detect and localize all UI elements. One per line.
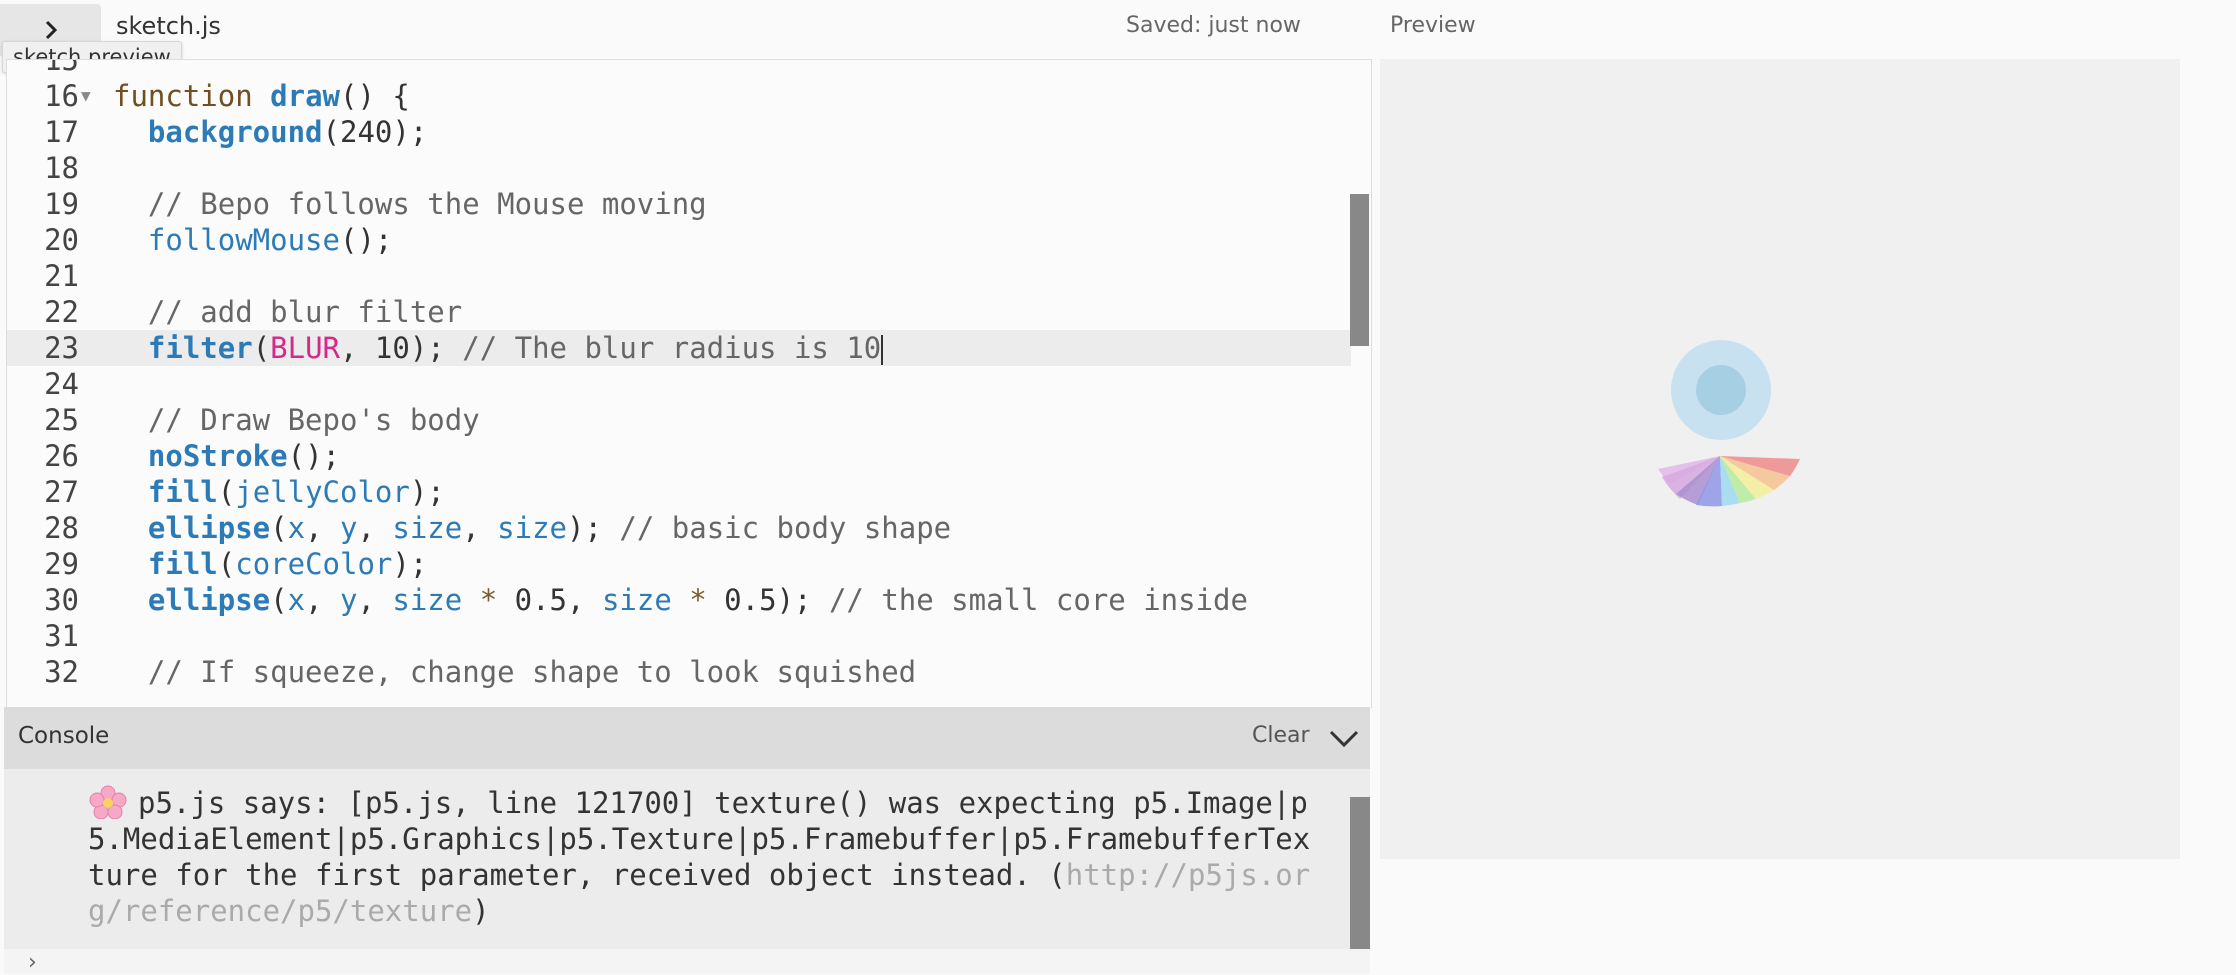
line-number: 15	[44, 59, 79, 77]
console-message-end: )	[472, 894, 490, 928]
console-prompt: ›	[28, 950, 37, 975]
line-number: 32	[44, 655, 79, 689]
code-line[interactable]: 23 filter(BLUR, 10); // The blur radius …	[7, 330, 1351, 366]
line-number: 17	[44, 115, 79, 149]
code-text: function draw() {	[113, 79, 410, 113]
code-line[interactable]: 20 followMouse();	[7, 222, 1351, 258]
console-header: Console Clear	[4, 707, 1370, 769]
code-line[interactable]: 32 // If squeeze, change shape to look s…	[7, 654, 1351, 690]
code-text: // Bepo follows the Mouse moving	[147, 187, 707, 221]
code-line[interactable]: 16 ▼ function draw() {	[7, 78, 1351, 114]
line-number: 18	[44, 151, 79, 185]
code-editor[interactable]: 15 16 ▼ function draw() {17 background(240)…	[6, 59, 1372, 708]
code-text: fill(coreColor);	[147, 547, 428, 581]
code-text: // add blur filter	[147, 295, 463, 329]
preview-title: Preview	[1390, 13, 1476, 38]
code-line[interactable]: 17 background(240);	[7, 114, 1351, 150]
line-number: 21	[44, 259, 79, 293]
code-line[interactable]: 30 ellipse(x, y, size * 0.5, size * 0.5)…	[7, 582, 1351, 618]
console-title: Console	[18, 723, 110, 749]
sketch-preview-canvas	[1658, 340, 1800, 507]
code-line[interactable]: 19 // Bepo follows the Mouse moving	[7, 186, 1351, 222]
console-input[interactable]	[4, 949, 1370, 974]
line-number: 26	[44, 439, 79, 473]
code-line[interactable]: 22 // add blur filter	[7, 294, 1351, 330]
file-name: sketch.js	[116, 12, 221, 40]
console-scrollbar[interactable]	[1350, 797, 1370, 949]
code-text: // If squeeze, change shape to look squi…	[147, 655, 917, 689]
code-line[interactable]: 21	[7, 258, 1351, 294]
code-line[interactable]: 18	[7, 150, 1351, 186]
jellyfish-drawing	[1658, 340, 1800, 507]
saved-status: Saved: just now	[1126, 13, 1301, 38]
code-text: filter(BLUR, 10); // The blur radius is …	[147, 331, 884, 365]
code-text: followMouse();	[147, 223, 393, 257]
fold-triangle-icon[interactable]: ▼	[81, 78, 91, 114]
line-number: 22	[44, 295, 79, 329]
code-text: noStroke();	[147, 439, 340, 473]
code-line[interactable]: 15	[7, 59, 1351, 78]
code-text: ellipse(x, y, size, size); // basic body…	[147, 511, 952, 545]
flower-icon	[89, 785, 127, 819]
line-number: 24	[44, 367, 79, 401]
chevron-down-icon[interactable]	[1326, 727, 1362, 751]
console-message: p5.js says: [p5.js, line 121700] texture…	[88, 785, 1314, 929]
code-text: ellipse(x, y, size * 0.5, size * 0.5); /…	[147, 583, 1248, 617]
line-number: 20	[44, 223, 79, 257]
line-number: 25	[44, 403, 79, 437]
console-clear-button[interactable]: Clear	[1252, 723, 1310, 748]
code-line[interactable]: 25 // Draw Bepo's body	[7, 402, 1351, 438]
line-number: 16	[44, 79, 79, 113]
code-text: // Draw Bepo's body	[147, 403, 480, 437]
code-line[interactable]: 26 noStroke();	[7, 438, 1351, 474]
line-number: 29	[44, 547, 79, 581]
code-text: fill(jellyColor);	[147, 475, 445, 509]
code-line[interactable]: 28 ellipse(x, y, size, size); // basic b…	[7, 510, 1351, 546]
code-text: background(240);	[147, 115, 428, 149]
line-number: 31	[44, 619, 79, 653]
code-line[interactable]: 29 fill(coreColor);	[7, 546, 1351, 582]
code-line[interactable]: 27 fill(jellyColor);	[7, 474, 1351, 510]
editor-scrollbar[interactable]	[1350, 194, 1369, 346]
chevron-right-icon	[45, 20, 57, 40]
line-number: 30	[44, 583, 79, 617]
line-number: 23	[44, 331, 79, 365]
line-number: 19	[44, 187, 79, 221]
code-line[interactable]: 24	[7, 366, 1351, 402]
line-number: 28	[44, 511, 79, 545]
text-cursor	[881, 335, 884, 365]
console-body: p5.js says: [p5.js, line 121700] texture…	[4, 769, 1370, 949]
line-number: 27	[44, 475, 79, 509]
code-lines: 15 16 ▼ function draw() {17 background(240)…	[7, 59, 1351, 690]
code-line[interactable]: 31	[7, 618, 1351, 654]
